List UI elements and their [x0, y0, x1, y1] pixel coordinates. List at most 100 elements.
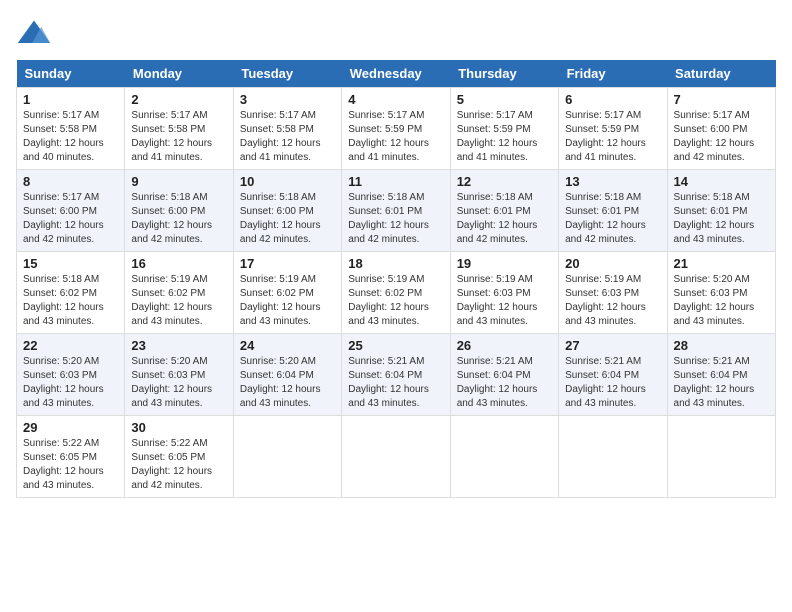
- day-info: Sunrise: 5:18 AMSunset: 6:01 PMDaylight:…: [674, 191, 769, 247]
- day-number: 22: [23, 338, 118, 353]
- day-number: 16: [131, 256, 226, 271]
- day-info: Sunrise: 5:20 AMSunset: 6:03 PMDaylight:…: [131, 355, 226, 411]
- day-info: Sunrise: 5:19 AMSunset: 6:02 PMDaylight:…: [240, 273, 335, 329]
- day-info: Sunrise: 5:21 AMSunset: 6:04 PMDaylight:…: [457, 355, 552, 411]
- day-number: 17: [240, 256, 335, 271]
- calendar-cell: [233, 416, 341, 498]
- weekday-header-tuesday: Tuesday: [233, 60, 341, 88]
- day-info: Sunrise: 5:18 AMSunset: 6:00 PMDaylight:…: [240, 191, 335, 247]
- day-number: 23: [131, 338, 226, 353]
- weekday-header-monday: Monday: [125, 60, 233, 88]
- calendar-cell: 14 Sunrise: 5:18 AMSunset: 6:01 PMDayligh…: [667, 170, 775, 252]
- day-info: Sunrise: 5:18 AMSunset: 6:02 PMDaylight:…: [23, 273, 118, 329]
- calendar-cell: 28 Sunrise: 5:21 AMSunset: 6:04 PMDayligh…: [667, 334, 775, 416]
- day-number: 6: [565, 92, 660, 107]
- day-info: Sunrise: 5:21 AMSunset: 6:04 PMDaylight:…: [674, 355, 769, 411]
- calendar-cell: 11Sunrise: 5:18 AMSunset: 6:01 PMDayligh…: [342, 170, 450, 252]
- logo: [16, 16, 58, 52]
- day-number: 30: [131, 420, 226, 435]
- day-info: Sunrise: 5:18 AMSunset: 6:01 PMDaylight:…: [565, 191, 660, 247]
- day-info: Sunrise: 5:18 AMSunset: 6:00 PMDaylight:…: [131, 191, 226, 247]
- day-number: 25: [348, 338, 443, 353]
- calendar-cell: 12 Sunrise: 5:18 AMSunset: 6:01 PMDayligh…: [450, 170, 558, 252]
- day-info: Sunrise: 5:17 AMSunset: 5:59 PMDaylight:…: [348, 109, 443, 165]
- calendar-week-4: 22 Sunrise: 5:20 AMSunset: 6:03 PMDayligh…: [17, 334, 776, 416]
- day-info: Sunrise: 5:22 AMSunset: 6:05 PMDaylight:…: [131, 437, 226, 493]
- calendar-cell: 20Sunrise: 5:19 AMSunset: 6:03 PMDayligh…: [559, 252, 667, 334]
- calendar-cell: 26 Sunrise: 5:21 AMSunset: 6:04 PMDayligh…: [450, 334, 558, 416]
- calendar-cell: 2 Sunrise: 5:17 AMSunset: 5:58 PMDaylight…: [125, 88, 233, 170]
- weekday-header-wednesday: Wednesday: [342, 60, 450, 88]
- day-number: 18: [348, 256, 443, 271]
- day-info: Sunrise: 5:17 AMSunset: 5:58 PMDaylight:…: [23, 109, 118, 165]
- weekday-header-thursday: Thursday: [450, 60, 558, 88]
- calendar-cell: [559, 416, 667, 498]
- calendar-cell: 29 Sunrise: 5:22 AMSunset: 6:05 PMDayligh…: [17, 416, 125, 498]
- calendar-cell: [667, 416, 775, 498]
- calendar-cell: 1 Sunrise: 5:17 AMSunset: 5:58 PMDaylight…: [17, 88, 125, 170]
- calendar-cell: 5 Sunrise: 5:17 AMSunset: 5:59 PMDaylight…: [450, 88, 558, 170]
- calendar-week-1: 1 Sunrise: 5:17 AMSunset: 5:58 PMDaylight…: [17, 88, 776, 170]
- weekday-header-friday: Friday: [559, 60, 667, 88]
- day-number: 5: [457, 92, 552, 107]
- calendar-cell: 4 Sunrise: 5:17 AMSunset: 5:59 PMDaylight…: [342, 88, 450, 170]
- calendar-cell: 10 Sunrise: 5:18 AMSunset: 6:00 PMDayligh…: [233, 170, 341, 252]
- weekday-header-saturday: Saturday: [667, 60, 775, 88]
- calendar-cell: 13 Sunrise: 5:18 AMSunset: 6:01 PMDayligh…: [559, 170, 667, 252]
- day-info: Sunrise: 5:17 AMSunset: 5:59 PMDaylight:…: [457, 109, 552, 165]
- calendar-cell: 30 Sunrise: 5:22 AMSunset: 6:05 PMDayligh…: [125, 416, 233, 498]
- day-number: 14: [674, 174, 769, 189]
- day-number: 1: [23, 92, 118, 107]
- calendar-cell: 7 Sunrise: 5:17 AMSunset: 6:00 PMDaylight…: [667, 88, 775, 170]
- day-info: Sunrise: 5:21 AMSunset: 6:04 PMDaylight:…: [565, 355, 660, 411]
- calendar-table: SundayMondayTuesdayWednesdayThursdayFrid…: [16, 60, 776, 498]
- day-info: Sunrise: 5:21 AMSunset: 6:04 PMDaylight:…: [348, 355, 443, 411]
- day-number: 19: [457, 256, 552, 271]
- day-number: 12: [457, 174, 552, 189]
- calendar-cell: 18 Sunrise: 5:19 AMSunset: 6:02 PMDayligh…: [342, 252, 450, 334]
- weekday-header-sunday: Sunday: [17, 60, 125, 88]
- day-info: Sunrise: 5:18 AMSunset: 6:01 PMDaylight:…: [457, 191, 552, 247]
- day-info: Sunrise: 5:17 AMSunset: 5:58 PMDaylight:…: [240, 109, 335, 165]
- day-info: Sunrise: 5:19 AMSunset: 6:03 PMDaylight:…: [457, 273, 552, 329]
- day-number: 7: [674, 92, 769, 107]
- day-info: Sunrise: 5:17 AMSunset: 6:00 PMDaylight:…: [23, 191, 118, 247]
- day-info: Sunrise: 5:17 AMSunset: 5:58 PMDaylight:…: [131, 109, 226, 165]
- weekday-header-row: SundayMondayTuesdayWednesdayThursdayFrid…: [17, 60, 776, 88]
- day-number: 10: [240, 174, 335, 189]
- day-info: Sunrise: 5:19 AMSunset: 6:02 PMDaylight:…: [348, 273, 443, 329]
- day-number: 29: [23, 420, 118, 435]
- calendar-cell: 6 Sunrise: 5:17 AMSunset: 5:59 PMDaylight…: [559, 88, 667, 170]
- day-number: 26: [457, 338, 552, 353]
- day-number: 3: [240, 92, 335, 107]
- day-number: 9: [131, 174, 226, 189]
- day-number: 8: [23, 174, 118, 189]
- day-number: 15: [23, 256, 118, 271]
- day-info: Sunrise: 5:22 AMSunset: 6:05 PMDaylight:…: [23, 437, 118, 493]
- day-number: 28: [674, 338, 769, 353]
- day-info: Sunrise: 5:19 AMSunset: 6:03 PMDaylight:…: [565, 273, 660, 329]
- day-number: 4: [348, 92, 443, 107]
- day-info: Sunrise: 5:17 AMSunset: 6:00 PMDaylight:…: [674, 109, 769, 165]
- day-info: Sunrise: 5:17 AMSunset: 5:59 PMDaylight:…: [565, 109, 660, 165]
- day-number: 13: [565, 174, 660, 189]
- calendar-cell: 8 Sunrise: 5:17 AMSunset: 6:00 PMDaylight…: [17, 170, 125, 252]
- day-info: Sunrise: 5:19 AMSunset: 6:02 PMDaylight:…: [131, 273, 226, 329]
- day-number: 11: [348, 174, 443, 189]
- calendar-cell: 19 Sunrise: 5:19 AMSunset: 6:03 PMDayligh…: [450, 252, 558, 334]
- day-info: Sunrise: 5:20 AMSunset: 6:03 PMDaylight:…: [674, 273, 769, 329]
- calendar-cell: 16 Sunrise: 5:19 AMSunset: 6:02 PMDayligh…: [125, 252, 233, 334]
- calendar-cell: 22 Sunrise: 5:20 AMSunset: 6:03 PMDayligh…: [17, 334, 125, 416]
- calendar-week-2: 8 Sunrise: 5:17 AMSunset: 6:00 PMDaylight…: [17, 170, 776, 252]
- header: [16, 16, 776, 52]
- calendar-cell: 24Sunrise: 5:20 AMSunset: 6:04 PMDayligh…: [233, 334, 341, 416]
- calendar-cell: 25 Sunrise: 5:21 AMSunset: 6:04 PMDayligh…: [342, 334, 450, 416]
- calendar-cell: 27Sunrise: 5:21 AMSunset: 6:04 PMDayligh…: [559, 334, 667, 416]
- calendar-cell: 21Sunrise: 5:20 AMSunset: 6:03 PMDayligh…: [667, 252, 775, 334]
- calendar-cell: 23 Sunrise: 5:20 AMSunset: 6:03 PMDayligh…: [125, 334, 233, 416]
- calendar-cell: 9 Sunrise: 5:18 AMSunset: 6:00 PMDaylight…: [125, 170, 233, 252]
- calendar-week-3: 15 Sunrise: 5:18 AMSunset: 6:02 PMDayligh…: [17, 252, 776, 334]
- day-info: Sunrise: 5:20 AMSunset: 6:03 PMDaylight:…: [23, 355, 118, 411]
- day-number: 2: [131, 92, 226, 107]
- calendar-cell: [450, 416, 558, 498]
